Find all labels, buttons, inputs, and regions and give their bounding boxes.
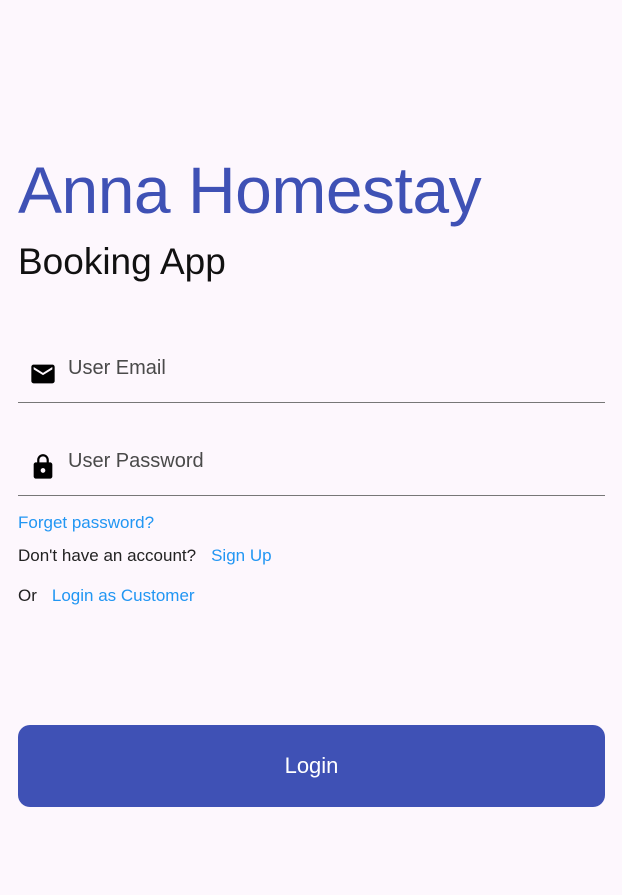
or-text: Or bbox=[18, 586, 37, 605]
email-input[interactable] bbox=[68, 352, 588, 384]
app-subtitle: Booking App bbox=[18, 241, 226, 282]
sign-up-link[interactable]: Sign Up bbox=[211, 546, 271, 565]
login-as-customer-link[interactable]: Login as Customer bbox=[52, 586, 195, 605]
email-field[interactable] bbox=[18, 344, 605, 403]
signup-row: Don't have an account? Sign Up bbox=[18, 544, 272, 568]
customer-login-row: Or Login as Customer bbox=[18, 584, 195, 608]
lock-icon bbox=[33, 454, 53, 479]
password-field[interactable] bbox=[18, 437, 605, 496]
password-input[interactable] bbox=[68, 445, 588, 477]
app-title: Anna Homestay bbox=[18, 153, 482, 227]
forgot-password-link[interactable]: Forget password? bbox=[18, 511, 154, 535]
email-icon bbox=[31, 364, 55, 384]
login-button[interactable]: Login bbox=[18, 725, 605, 807]
no-account-text: Don't have an account? bbox=[18, 546, 197, 565]
